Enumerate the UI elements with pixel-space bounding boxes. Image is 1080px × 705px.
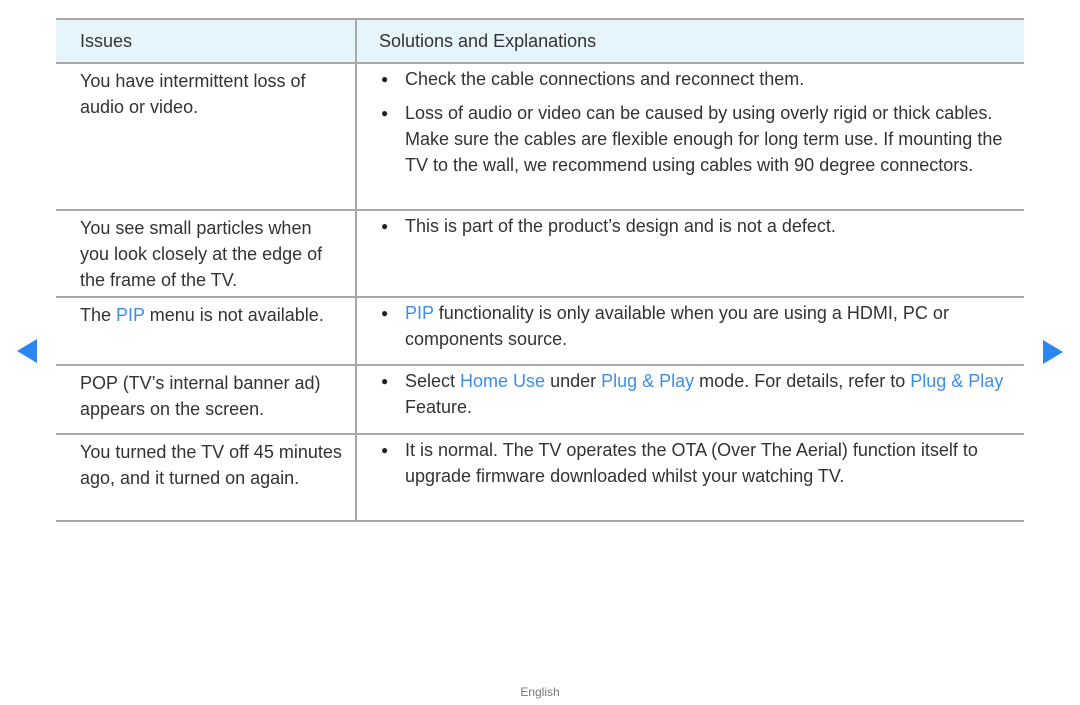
header-issues: Issues [56,20,357,62]
solution-cell: Check the cable connections and reconnec… [357,64,1024,209]
text-segment: Feature. [405,397,473,417]
highlighted-term: Plug & Play [910,371,1004,391]
text-segment: You see small particles when you look cl… [80,218,323,290]
text-segment: POP (TV’s internal banner ad) appears on… [80,373,321,419]
solution-bullet-item: This is part of the product’s design and… [379,213,1014,239]
solution-bullet-item: Select Home Use under Plug & Play mode. … [379,368,1014,420]
solution-cell: Select Home Use under Plug & Play mode. … [357,366,1024,433]
footer-language-label: English [520,685,560,699]
text-segment: functionality is only available when you… [405,303,949,349]
table-header-row: Issues Solutions and Explanations [56,20,1024,64]
solution-cell: This is part of the product’s design and… [357,211,1024,296]
text-segment: The [80,305,117,325]
text-segment: mode. For details, refer to [694,371,911,391]
solution-cell: It is normal. The TV operates the OTA (O… [357,435,1024,520]
text-segment: It is normal. The TV operates the OTA (O… [405,440,978,486]
next-page-arrow-icon[interactable] [1043,340,1063,364]
text-segment: You have intermittent loss of audio or v… [80,71,306,117]
highlighted-term: PIP [116,305,145,325]
table-row: You have intermittent loss of audio or v… [56,64,1024,211]
text-segment: Check the cable connections and reconnec… [405,69,805,89]
highlighted-term: Home Use [460,371,546,391]
previous-page-arrow-icon[interactable] [17,339,37,363]
solution-list: Check the cable connections and reconnec… [379,66,1014,178]
table-row: You see small particles when you look cl… [56,211,1024,298]
table-row: You turned the TV off 45 minutes ago, an… [56,435,1024,522]
table-row: The PIP menu is not available. PIP funct… [56,298,1024,366]
text-segment: This is part of the product’s design and… [405,216,836,236]
header-solutions: Solutions and Explanations [379,31,597,51]
solution-list: This is part of the product’s design and… [379,213,1014,239]
solution-bullet-item: It is normal. The TV operates the OTA (O… [379,437,1014,489]
solution-list: It is normal. The TV operates the OTA (O… [379,437,1014,489]
solution-bullet-item: Loss of audio or video can be caused by … [379,100,1014,178]
issue-cell: You have intermittent loss of audio or v… [56,64,357,209]
solution-bullet-item: Check the cable connections and reconnec… [379,66,1014,92]
solution-bullet-item: PIP functionality is only available when… [379,300,1014,352]
text-segment: Select [405,371,461,391]
issue-cell: You see small particles when you look cl… [56,211,357,296]
highlighted-term: PIP [405,303,434,323]
troubleshooting-table: Issues Solutions and Explanations You ha… [56,18,1024,522]
text-segment: You turned the TV off 45 minutes ago, an… [80,442,342,488]
issue-cell: POP (TV’s internal banner ad) appears on… [56,366,357,433]
text-segment: menu is not available. [144,305,324,325]
solution-list: PIP functionality is only available when… [379,300,1014,352]
text-segment: Loss of audio or video can be caused by … [405,103,1003,175]
highlighted-term: Plug & Play [601,371,695,391]
solution-cell: PIP functionality is only available when… [357,298,1024,364]
issue-cell: You turned the TV off 45 minutes ago, an… [56,435,357,520]
solution-list: Select Home Use under Plug & Play mode. … [379,368,1014,420]
issue-cell: The PIP menu is not available. [56,298,357,364]
text-segment: under [545,371,602,391]
table-row: POP (TV’s internal banner ad) appears on… [56,366,1024,435]
